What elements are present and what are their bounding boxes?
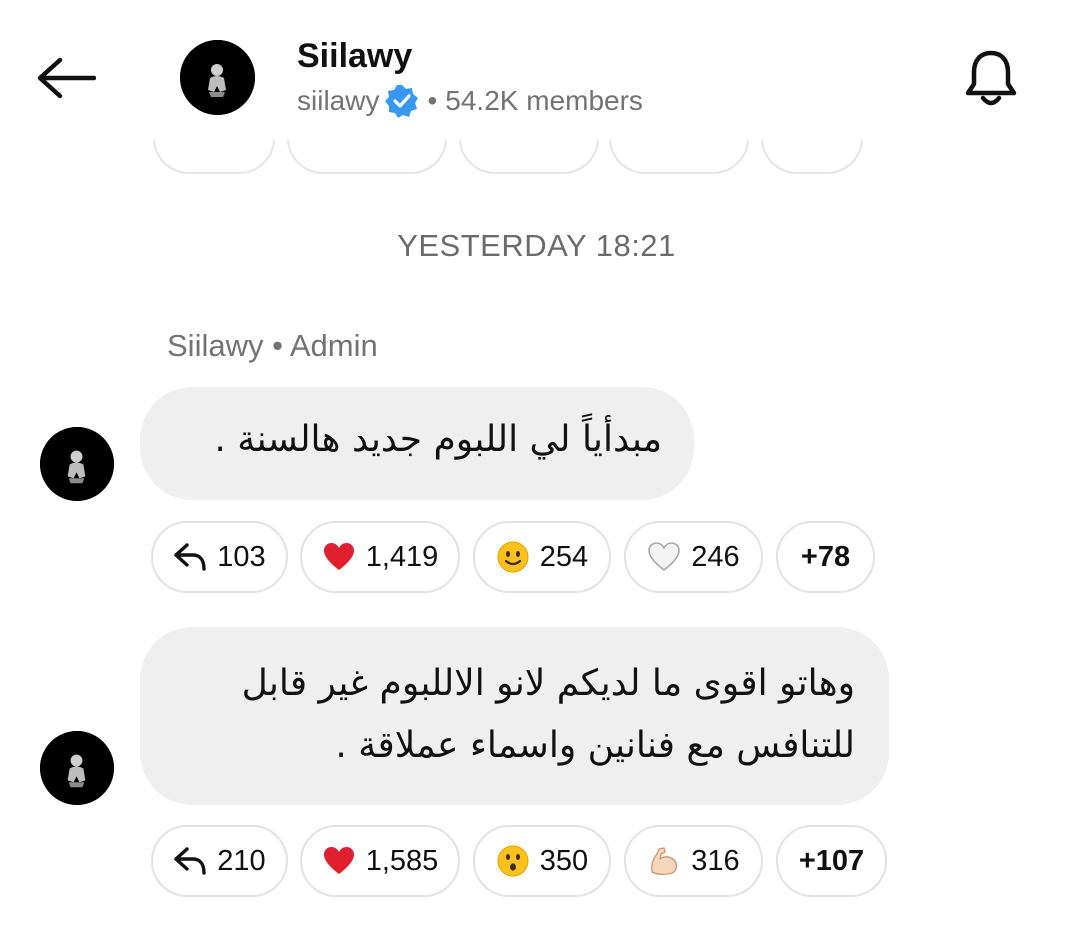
reaction-count: 1,419 — [365, 540, 439, 573]
reaction-pill-white-heart[interactable]: 246 — [624, 521, 763, 593]
reaction-count: 350 — [539, 844, 589, 877]
channel-title: Siilawy — [297, 37, 413, 75]
message-avatar[interactable] — [40, 731, 114, 805]
sender-name: Siilawy — [167, 328, 264, 363]
flexed-biceps-icon — [647, 844, 681, 878]
reply-count-pill[interactable]: 103 — [151, 521, 288, 593]
reaction-count: 103 — [217, 540, 266, 573]
reaction-count: 246 — [691, 540, 740, 573]
sender-role: Admin — [289, 328, 378, 363]
reply-count-pill[interactable]: 210 — [151, 825, 288, 897]
channel-subtitle: siilawy • 54.2K members — [297, 84, 643, 118]
date-separator: YESTERDAY 18:21 — [397, 228, 676, 263]
verified-badge-icon — [385, 84, 419, 118]
arrow-left-icon — [37, 57, 96, 99]
reaction-pill-surprised[interactable]: 350 — [473, 825, 611, 897]
red-heart-icon — [322, 844, 356, 878]
notifications-button[interactable] — [958, 46, 1024, 112]
channel-handle: siilawy — [297, 85, 380, 116]
message-bubble[interactable]: وهاتو اقوى ما لديكم لانو الاللبوم غير قا… — [140, 627, 889, 805]
reaction-pill-smile[interactable]: 254 — [473, 521, 611, 593]
sender-separator: • — [272, 328, 283, 363]
avatar-figure-icon — [180, 40, 255, 115]
reply-icon — [173, 844, 207, 878]
channel-header: Siilawy siilawy • 54.2K members — [0, 0, 1073, 140]
sender-line: Siilawy • Admin — [167, 328, 378, 364]
member-count: 54.2K members — [445, 85, 643, 116]
surprised-face-icon — [496, 844, 530, 878]
reaction-count: 210 — [217, 844, 266, 877]
reaction-count: 316 — [691, 844, 740, 877]
avatar-figure-icon — [40, 427, 114, 501]
reaction-count: 254 — [539, 540, 589, 573]
reaction-count: 1,585 — [365, 844, 439, 877]
back-button[interactable] — [34, 50, 98, 106]
red-heart-icon — [322, 540, 356, 574]
channel-avatar[interactable] — [180, 40, 255, 115]
reaction-pill-heart[interactable]: 1,585 — [300, 825, 460, 897]
smiling-face-icon — [496, 540, 530, 574]
more-reactions-pill[interactable]: +78 — [776, 521, 875, 593]
subtitle-separator: • — [427, 85, 438, 116]
reaction-pill-heart[interactable]: 1,419 — [300, 521, 460, 593]
message-avatar[interactable] — [40, 427, 114, 501]
more-reactions-pill[interactable]: +107 — [776, 825, 887, 897]
bell-icon — [965, 50, 1017, 106]
message-bubble[interactable]: مبدأياً لي اللبوم جديد هالسنة . — [140, 387, 694, 500]
reply-icon — [173, 540, 207, 574]
reaction-pill-biceps[interactable]: 316 — [624, 825, 763, 897]
white-heart-icon — [647, 540, 681, 574]
avatar-figure-icon — [40, 731, 114, 805]
